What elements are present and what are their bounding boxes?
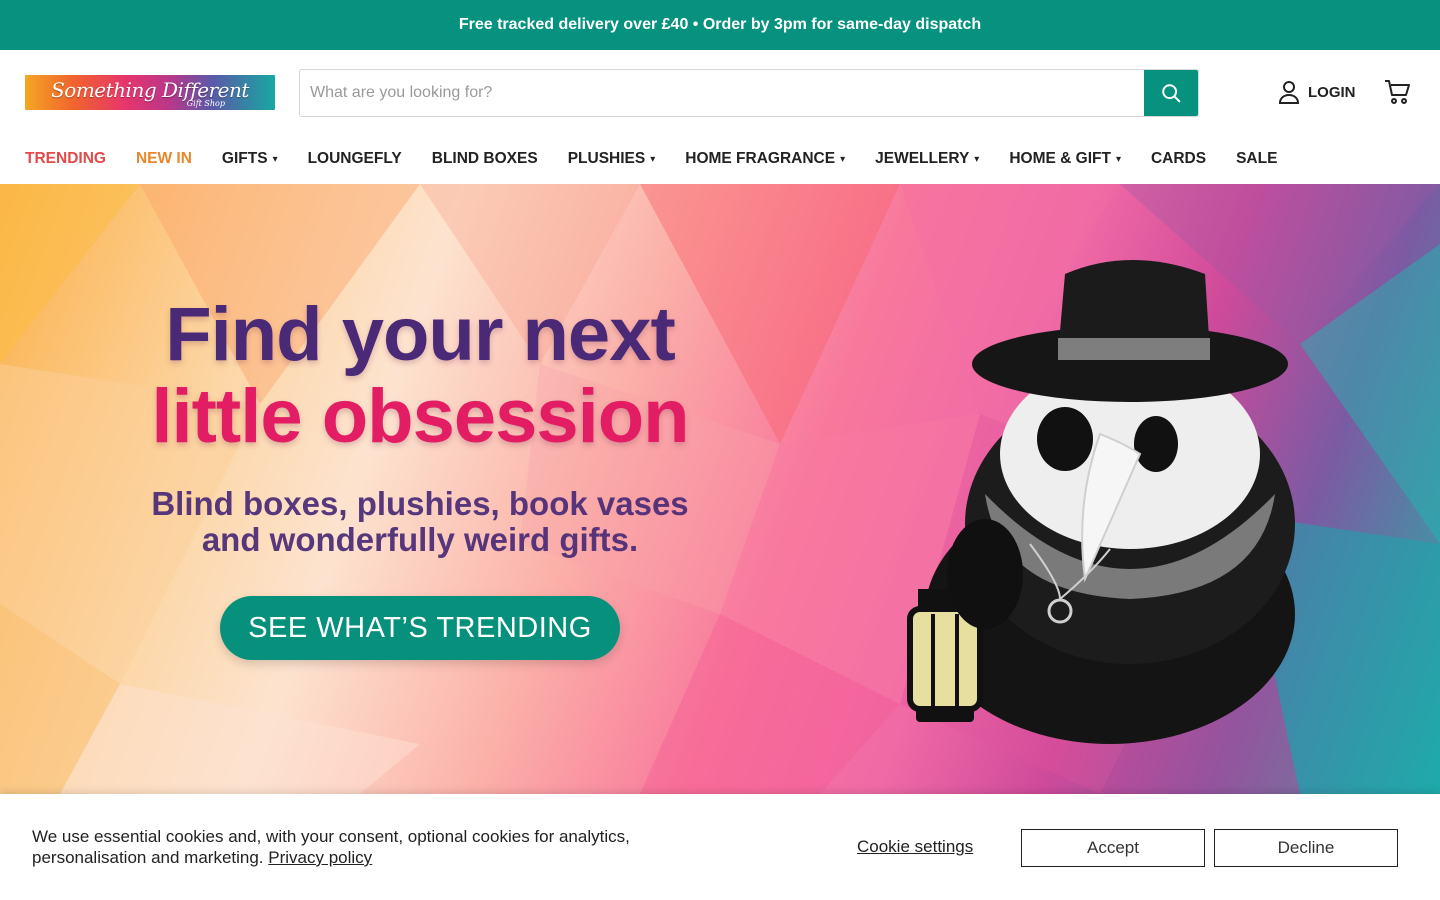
cookie-message: We use essential cookies and, with your … (32, 826, 732, 868)
cookie-settings-link[interactable]: Cookie settings (857, 837, 973, 857)
hero-subline-1: Blind boxes, plushies, book vases (151, 485, 689, 523)
search-input[interactable] (300, 70, 1144, 116)
announcement-text: Free tracked delivery over £40 • Order b… (458, 16, 982, 33)
nav-item-home-fragrance[interactable]: HOME FRAGRANCE ▾ (685, 150, 845, 168)
announcement-bar: Free tracked delivery over £40 • Order b… (0, 0, 1440, 50)
site-header: Something Different Gift Shop LOGIN (0, 50, 1440, 134)
logo-title: Something Different (51, 77, 249, 102)
cart-button[interactable] (1383, 78, 1411, 111)
cart-icon (1385, 80, 1410, 104)
chevron-down-icon: ▾ (840, 153, 846, 165)
cookie-banner: We use essential cookies and, with your … (0, 794, 1440, 900)
privacy-policy-link[interactable]: Privacy policy (268, 848, 372, 867)
nav-item-new-in[interactable]: NEW IN (136, 150, 192, 168)
nav-label: PLUSHIES (567, 150, 646, 167)
user-icon (1278, 81, 1300, 104)
chevron-down-icon: ▾ (1115, 153, 1121, 165)
main-nav: TRENDING NEW IN GIFTS ▾ LOUNGEFLY BLIND B… (0, 134, 1440, 184)
logo-subtitle: Gift Shop (186, 99, 225, 108)
decline-cookies-button[interactable]: Decline (1214, 829, 1398, 867)
search-icon (1162, 84, 1181, 103)
nav-label: HOME FRAGRANCE (685, 150, 836, 167)
login-label: LOGIN (1308, 83, 1356, 101)
chevron-down-icon: ▾ (974, 153, 980, 165)
nav-label: SALE (1236, 150, 1278, 167)
hero-headline-line2: little obsession (151, 374, 689, 460)
nav-item-gifts[interactable]: GIFTS ▾ (222, 150, 278, 168)
site-logo[interactable]: Something Different Gift Shop (25, 75, 275, 110)
search-bar (299, 69, 1199, 117)
nav-label: LOUNGEFLY (307, 150, 402, 167)
login-link[interactable]: LOGIN (1278, 80, 1356, 104)
plague-doctor-plush-image (907, 260, 1295, 744)
nav-item-sale[interactable]: SALE (1236, 150, 1277, 168)
accept-cookies-button[interactable]: Accept (1021, 829, 1205, 867)
nav-label: JEWELLERY (875, 150, 970, 167)
chevron-down-icon: ▾ (272, 153, 278, 165)
nav-item-home-and-gift[interactable]: HOME & GIFT ▾ (1009, 150, 1121, 168)
nav-item-loungefly[interactable]: LOUNGEFLY (308, 150, 402, 168)
nav-item-plushies[interactable]: PLUSHIES ▾ (568, 150, 656, 168)
hero-headline-line1: Find your next (165, 292, 676, 377)
nav-item-jewellery[interactable]: JEWELLERY ▾ (875, 150, 979, 168)
nav-item-blind-boxes[interactable]: BLIND BOXES (432, 150, 538, 168)
nav-label: TRENDING (25, 150, 106, 167)
hero-banner[interactable]: Find your next little obsession Blind bo… (0, 184, 1440, 794)
hero-subline-2: and wonderfully weird gifts. (201, 520, 639, 558)
chevron-down-icon: ▾ (650, 153, 656, 165)
nav-item-cards[interactable]: CARDS (1151, 150, 1206, 168)
hero-copy: Find your next little obsession Blind bo… (90, 292, 750, 558)
nav-label: NEW IN (135, 150, 192, 167)
nav-label: CARDS (1150, 150, 1207, 167)
nav-label: HOME & GIFT (1009, 150, 1111, 167)
nav-label: BLIND BOXES (431, 150, 538, 167)
search-button[interactable] (1144, 70, 1198, 116)
nav-label: GIFTS (221, 150, 268, 167)
see-trending-button[interactable]: SEE WHAT’S TRENDING (220, 596, 620, 660)
nav-item-trending[interactable]: TRENDING (25, 150, 106, 168)
